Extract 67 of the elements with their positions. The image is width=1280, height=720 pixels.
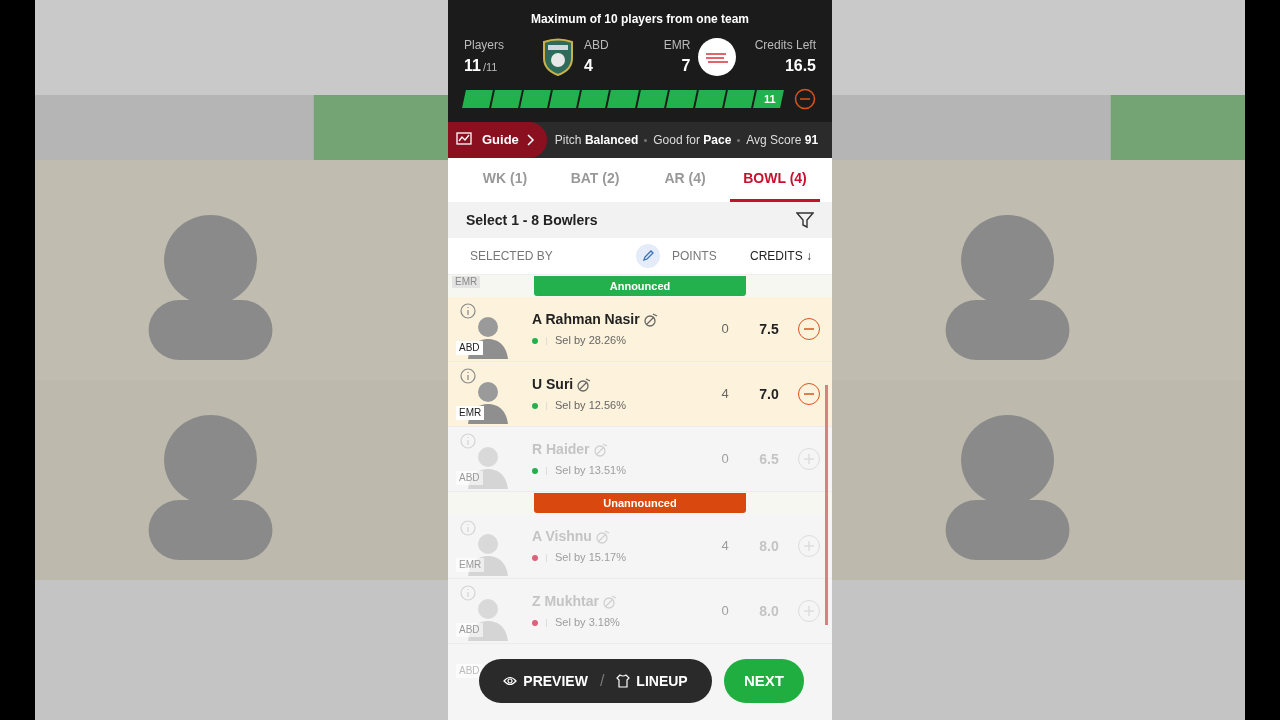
ball-icon: [602, 594, 617, 609]
ball-icon: [643, 312, 658, 327]
team-shield-icon: [540, 38, 576, 76]
column-header[interactable]: CREDITS ↓: [750, 247, 812, 265]
players-count: 11: [464, 56, 481, 76]
selected-by-text: Sel by 28.26%: [555, 333, 626, 349]
chart-icon: [456, 132, 474, 148]
column-header[interactable]: POINTS: [672, 247, 734, 265]
credits-left-value: 16.5: [784, 56, 816, 76]
team-limit-notice: Maximum of 10 players from one team: [529, 11, 751, 28]
lineup-button[interactable]: LINEUP: [616, 670, 688, 692]
team-tag: ABD: [456, 341, 483, 355]
player-row[interactable]: ABD A Rahman Nasir Sel by 28.26% 0 7.5: [448, 297, 832, 362]
player-row[interactable]: EMR U Suri Sel by 12.56% 4 7.0: [448, 362, 832, 427]
points-value: 0: [720, 450, 730, 469]
selected-by-text: Sel by 3.18%: [555, 615, 620, 631]
eye-icon: [503, 676, 518, 686]
team-tag: ABD: [456, 471, 483, 485]
role-tab[interactable]: AR (4): [640, 158, 730, 202]
team-logo-icon: [698, 38, 737, 76]
credits-left-label: Credits Left: [754, 37, 816, 54]
shirt-icon: [616, 674, 631, 688]
selected-by-text: Sel by 13.51%: [555, 463, 626, 479]
team-tag: EMR: [456, 406, 485, 420]
pitch-fact: Pitch Balanced: [554, 132, 639, 149]
players-max: /11: [482, 60, 498, 75]
selected-by-text: Sel by 15.17%: [555, 550, 626, 566]
team-count: 7: [681, 56, 691, 76]
ball-icon: [593, 442, 608, 457]
group-banner: Announced: [534, 276, 746, 296]
progress-count: 11: [764, 92, 776, 107]
selection-instruction: Select 1 - 8 Bowlers: [466, 210, 598, 230]
column-header[interactable]: SELECTED BY: [470, 247, 636, 265]
chevron-right-icon: [526, 134, 535, 146]
role-tab[interactable]: WK (1): [460, 158, 550, 202]
group-banner: Unannounced: [534, 493, 746, 513]
ball-icon: [595, 529, 610, 544]
points-value: 0: [720, 602, 730, 621]
points-value: 4: [720, 537, 730, 556]
selected-by-text: Sel by 12.56%: [555, 398, 626, 414]
credits-value: 7.5: [758, 319, 780, 339]
info-icon[interactable]: [460, 303, 476, 319]
team-tag: ABD: [456, 623, 483, 637]
pitch-fact: Avg Score 91: [746, 132, 819, 149]
players-label: Players: [464, 37, 505, 54]
preview-button[interactable]: PREVIEW: [503, 670, 588, 692]
pitch-fact: Good for Pace: [653, 132, 732, 149]
points-value: 0: [720, 320, 730, 339]
team-name: EMR: [663, 37, 691, 54]
team-tag: EMR: [456, 558, 485, 572]
next-button[interactable]: NEXT: [724, 659, 804, 703]
pencil-icon[interactable]: [636, 244, 660, 268]
credits-value: 7.0: [758, 384, 780, 404]
separator: /: [599, 671, 605, 691]
role-tab[interactable]: BAT (2): [550, 158, 640, 202]
points-value: 4: [720, 385, 730, 404]
ball-icon: [577, 377, 592, 392]
team-tag: ABD: [456, 664, 483, 678]
filter-icon[interactable]: [796, 211, 814, 229]
player-name: A Rahman Nasir: [532, 310, 640, 330]
team-tag: EMR: [452, 276, 481, 288]
player-name: U Suri: [532, 375, 574, 395]
team-count: 4: [584, 56, 594, 76]
team-name: ABD: [584, 37, 610, 54]
info-icon[interactable]: [460, 368, 476, 384]
remove-icon[interactable]: [794, 88, 816, 110]
guide-button[interactable]: Guide: [448, 122, 547, 158]
